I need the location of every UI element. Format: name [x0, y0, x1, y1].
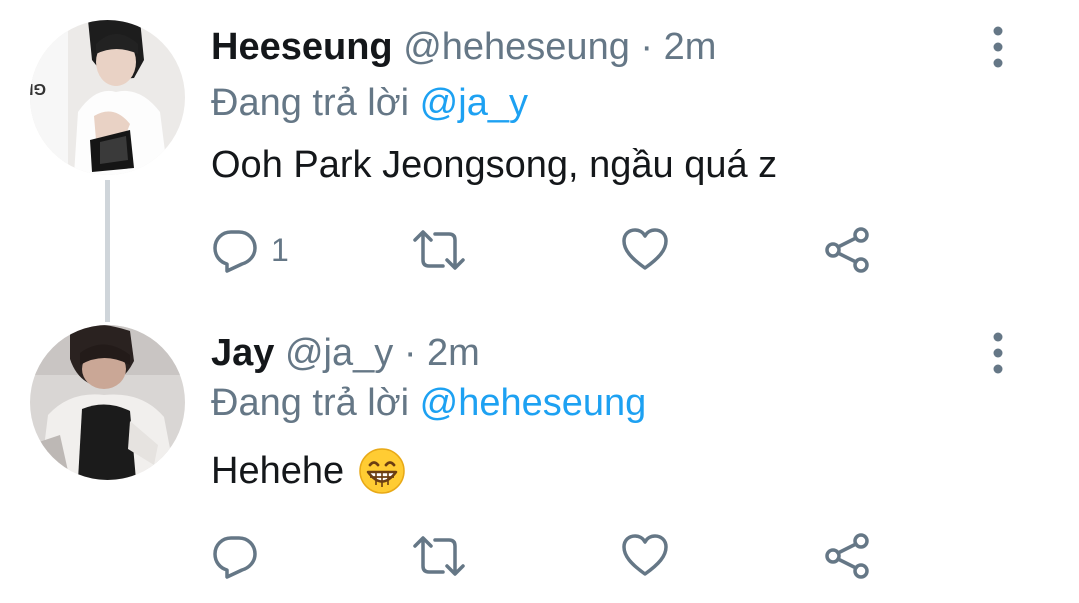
timestamp[interactable]: 2m	[427, 332, 480, 374]
reply-icon	[213, 230, 257, 273]
like-icon	[622, 228, 668, 270]
replying-to-line: Đang trả lời @ja_y	[211, 80, 528, 126]
more-options-button[interactable]	[982, 24, 1014, 70]
grinning-face-emoji	[359, 448, 405, 494]
reply-icon	[213, 536, 257, 579]
reply-tweet[interactable]: Jay @ja_y · 2m Đang trả lời @heheseung H…	[0, 320, 1079, 603]
tweet-text-content: Hehehe	[211, 450, 345, 492]
mention-link[interactable]: @heheseung	[420, 382, 647, 424]
reply-button[interactable]: 1	[211, 222, 289, 278]
retweet-icon	[413, 230, 465, 270]
tweet-text-content: Ooh Park Jeongsong, ngầu quá z	[211, 144, 778, 186]
retweet-button[interactable]	[411, 528, 467, 584]
share-icon	[825, 533, 869, 579]
action-bar	[211, 528, 891, 584]
tweet-text: Ooh Park Jeongsong, ngầu quá z	[211, 142, 777, 188]
reply-tweet[interactable]: GNI Heeseung @heheseung · 2m Đang trả lờ…	[0, 0, 1079, 300]
replying-to-label: Đang trả lời	[211, 382, 410, 424]
separator-dot: ·	[640, 26, 654, 68]
mention-link[interactable]: @ja_y	[420, 82, 528, 124]
user-handle[interactable]: @heheseung	[403, 26, 630, 68]
more-options-button[interactable]	[982, 330, 1014, 376]
replying-to-line: Đang trả lời @heheseung	[211, 380, 646, 426]
retweet-button[interactable]	[411, 222, 467, 278]
like-icon	[622, 534, 668, 576]
user-handle[interactable]: @ja_y	[285, 332, 393, 374]
avatar[interactable]	[30, 325, 185, 480]
tweet-header: Jay @ja_y · 2m	[211, 330, 480, 376]
reply-button[interactable]	[211, 528, 271, 584]
tweet-header: Heeseung @heheseung · 2m	[211, 24, 716, 70]
reply-count: 1	[271, 231, 289, 268]
avatar[interactable]: GNI	[30, 20, 185, 175]
tweet-text: Hehehe	[211, 447, 406, 495]
separator-dot: ·	[403, 332, 417, 374]
share-button[interactable]	[823, 222, 871, 278]
display-name[interactable]: Jay	[211, 332, 274, 374]
svg-text:GNI: GNI	[30, 80, 46, 97]
more-icon	[993, 332, 1003, 374]
action-bar: 1	[211, 222, 891, 278]
retweet-icon	[413, 536, 465, 576]
more-icon	[993, 26, 1003, 68]
timestamp[interactable]: 2m	[664, 26, 717, 68]
like-button[interactable]	[621, 528, 669, 584]
replying-to-label: Đang trả lời	[211, 82, 410, 124]
share-button[interactable]	[823, 528, 871, 584]
like-button[interactable]	[621, 222, 669, 278]
share-icon	[825, 227, 869, 273]
display-name[interactable]: Heeseung	[211, 26, 393, 68]
